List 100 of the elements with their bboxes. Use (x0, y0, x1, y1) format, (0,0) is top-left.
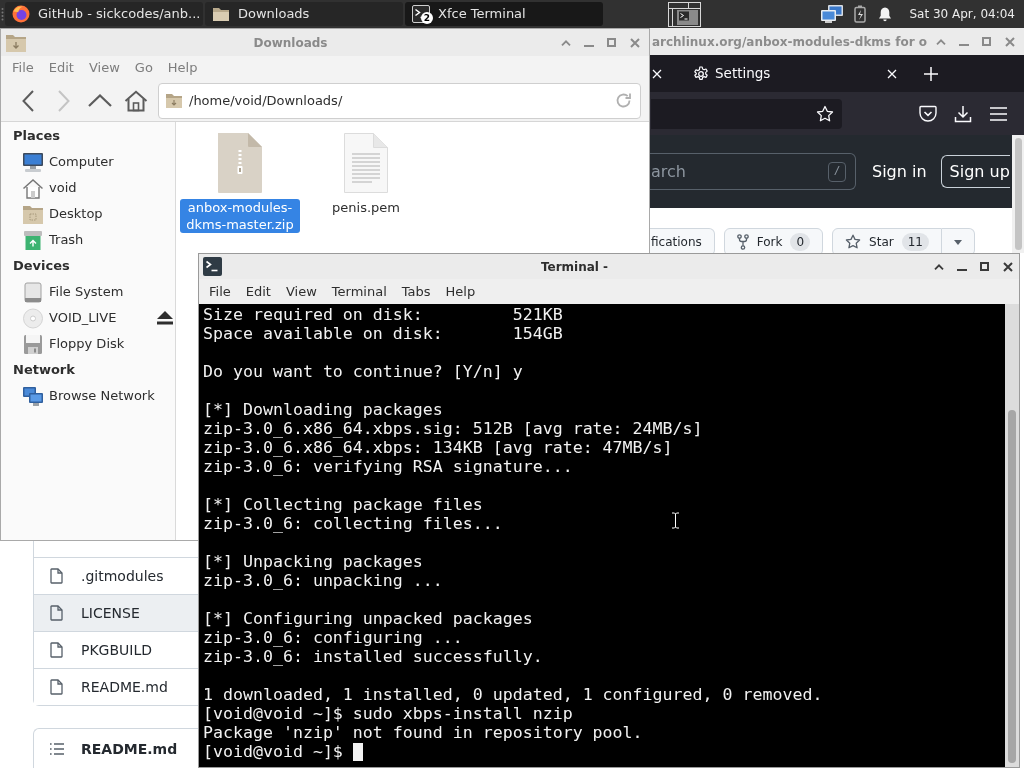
terminal-line: Package 'nzip' not found in repository pool. (203, 723, 643, 742)
menu-item[interactable]: Help (445, 281, 476, 302)
trash-icon (22, 229, 44, 251)
network-icon[interactable] (820, 4, 845, 24)
terminal-line: [*] Downloading packages (203, 400, 443, 419)
close-icon[interactable] (887, 68, 897, 79)
counter: 0 (790, 233, 811, 251)
window-title: Downloads (253, 34, 328, 52)
chevron-up-icon (933, 263, 944, 270)
fork-button[interactable]: Fork 0 (723, 228, 824, 256)
scrollbar[interactable] (1005, 304, 1019, 767)
home-icon (22, 177, 44, 199)
battery-icon[interactable] (854, 5, 867, 23)
terminal-line: [*] Unpacking packages (203, 552, 423, 571)
sidebar-item[interactable]: Computer (22, 151, 114, 173)
sidebar-item[interactable]: Floppy Disk (22, 333, 125, 355)
minimize-icon (583, 45, 594, 47)
list-icon (50, 743, 64, 755)
clock[interactable]: Sat 30 Apr, 04:04 (909, 5, 1015, 23)
sign-in-link[interactable]: Sign in (872, 159, 927, 184)
star-icon[interactable] (816, 104, 834, 123)
menu-item[interactable]: Edit (245, 281, 271, 302)
close-icon (629, 37, 640, 48)
taskbar-button[interactable]: 2 Xfce Terminal (405, 2, 603, 26)
file-name[interactable]: penis.pem (330, 199, 402, 216)
file-link[interactable]: README.md (81, 676, 168, 698)
network-icon (22, 385, 44, 407)
menu-item[interactable]: Help (167, 58, 198, 78)
fork-icon (736, 234, 749, 250)
readme-title[interactable]: README.md (81, 738, 178, 760)
shortcut-key: / (828, 161, 846, 182)
computer-icon (22, 151, 44, 173)
menu-item[interactable]: Edit (48, 58, 74, 78)
drive-icon (22, 281, 44, 303)
maximize-icon (982, 37, 991, 46)
plus-icon[interactable] (924, 66, 938, 81)
file-icon (50, 605, 63, 621)
file-link[interactable]: .gitmodules (81, 565, 164, 587)
chevron-up-icon (935, 38, 946, 45)
browser-icon (12, 5, 30, 23)
terminal-line: [*] Configuring unpacked packages (203, 609, 533, 628)
counter: 11 (901, 233, 929, 251)
folder-icon (22, 203, 44, 225)
chevron-right-icon (58, 89, 70, 112)
menu-item[interactable]: Terminal (331, 281, 387, 302)
section-heading: Places (12, 127, 62, 146)
folder-icon (165, 92, 183, 109)
sidebar-item[interactable]: Desktop (22, 203, 103, 225)
menu-item[interactable]: View (285, 281, 317, 302)
close-icon[interactable] (652, 68, 662, 79)
search-field[interactable]: arch / (650, 153, 856, 190)
sidebar-item[interactable]: Trash (22, 229, 84, 251)
eject-button[interactable] (157, 311, 173, 325)
download-icon[interactable] (954, 104, 972, 123)
caret-icon (954, 239, 962, 245)
menu-item[interactable]: Tabs (401, 281, 431, 302)
sidebar-item[interactable]: VOID_LIVE (22, 307, 117, 329)
minimize-icon (958, 44, 969, 46)
home-icon (124, 89, 148, 112)
sidebar-item[interactable]: File System (22, 281, 124, 303)
text-cursor-icon (671, 512, 680, 529)
notification-bell-icon[interactable] (878, 6, 893, 22)
file-link[interactable]: LICENSE (81, 602, 140, 624)
panel-handle-icon[interactable] (1, 7, 4, 21)
close-icon (1002, 261, 1013, 272)
sign-up-button[interactable]: Sign up (940, 155, 1010, 188)
window-title: Terminal - (540, 258, 609, 276)
sidebar-item[interactable]: void (22, 177, 77, 199)
menu-item[interactable]: File (12, 58, 34, 78)
file-icon (50, 642, 63, 658)
menu-item[interactable]: Go (134, 58, 153, 78)
url-field[interactable] (651, 98, 842, 129)
file-icon (50, 679, 63, 695)
watch-button[interactable]: fications (650, 228, 715, 256)
menu-item[interactable]: File (209, 281, 231, 302)
terminal-line: 1 downloaded, 1 installed, 0 updated, 1 configured, 0 removed. (203, 685, 823, 704)
terminal-line: zip-3.0_6: collecting files... (203, 514, 503, 533)
window-title: archlinux.org/anbox-modules-dkms for o (651, 33, 927, 51)
taskbar-button[interactable]: Downloads (205, 2, 403, 26)
maximize-icon (607, 38, 616, 47)
taskbar-button[interactable]: GitHub - sickcodes/anb... (5, 2, 203, 26)
terminal-line: zip-3.0_6: unpacking ... (203, 571, 443, 590)
menu-icon[interactable] (990, 106, 1007, 121)
star-button[interactable]: Star 11 (832, 228, 942, 256)
terminal-line: zip-3.0_6: installed successfully. (203, 647, 543, 666)
disc-icon (22, 307, 44, 329)
scrollbar-thumb[interactable] (1008, 410, 1016, 763)
workspace-switcher[interactable] (668, 1, 701, 27)
eject-icon (157, 311, 173, 325)
browser-tab[interactable]: Settings (685, 55, 907, 92)
file-link[interactable]: PKGBUILD (81, 639, 153, 661)
minimize-icon (956, 269, 967, 271)
menu-item[interactable]: View (88, 58, 120, 78)
terminal-line: Do you want to continue? [Y/n] y (203, 362, 523, 381)
terminal-line: zip-3.0_6: verifying RSA signature... (203, 457, 573, 476)
file-name[interactable]: anbox-modules-dkms-master.zip (180, 199, 300, 233)
pocket-icon[interactable] (919, 105, 937, 122)
terminal-line: [void@void ~]$ sudo xbps-install nzip (203, 704, 573, 723)
location-field[interactable]: /home/void/Downloads/ (158, 82, 641, 119)
sidebar-item[interactable]: Browse Network (22, 385, 155, 407)
